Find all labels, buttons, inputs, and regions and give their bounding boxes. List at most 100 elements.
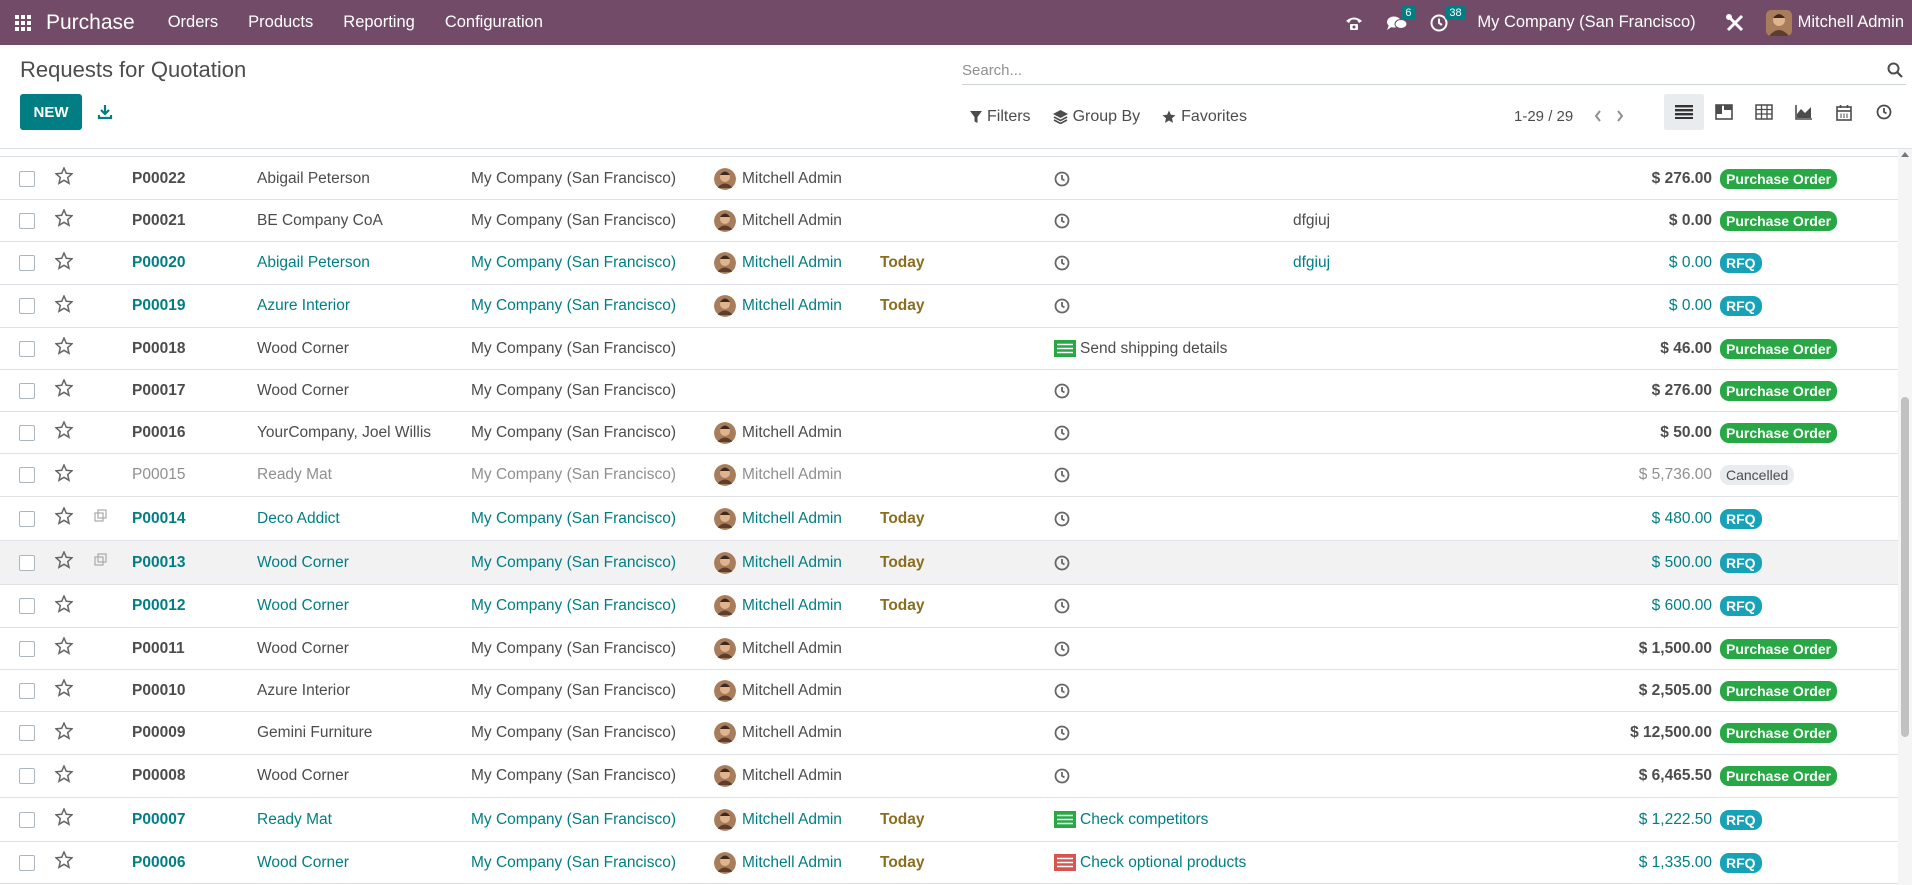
activity-cell[interactable]: [1054, 242, 1070, 284]
priority-star-button[interactable]: [54, 720, 74, 745]
pager-next-button[interactable]: [1609, 105, 1631, 127]
activity-view-button[interactable]: [1864, 94, 1904, 130]
activity-cell[interactable]: Check optional products: [1054, 842, 1246, 883]
activity-cell[interactable]: [1054, 712, 1070, 754]
company-switcher[interactable]: My Company (San Francisco): [1459, 13, 1713, 32]
activity-cell[interactable]: [1054, 755, 1070, 797]
row-checkbox[interactable]: [19, 768, 35, 784]
activity-cell[interactable]: [1054, 497, 1070, 540]
row-checkbox[interactable]: [19, 682, 35, 699]
filters-dropdown[interactable]: Filters: [970, 108, 1031, 126]
row-checkbox[interactable]: [19, 640, 35, 657]
activity-cell[interactable]: [1054, 585, 1070, 627]
row-checkbox[interactable]: [19, 340, 35, 357]
activity-cell[interactable]: [1054, 541, 1070, 584]
copy-button[interactable]: [94, 509, 108, 528]
priority-star-button[interactable]: [54, 807, 74, 831]
table-row[interactable]: P00017 Wood Corner My Company (San Francis…: [0, 370, 1898, 412]
search-button[interactable]: [1884, 59, 1906, 81]
row-checkbox[interactable]: [19, 854, 35, 871]
row-checkbox[interactable]: [19, 725, 35, 741]
table-row[interactable]: P00015 Ready Mat My Company (San Francisco…: [0, 454, 1898, 497]
priority-star-button[interactable]: [54, 378, 74, 402]
activity-cell[interactable]: [1054, 670, 1070, 711]
kanban-view-button[interactable]: [1704, 94, 1744, 130]
priority-star-button[interactable]: [54, 208, 74, 232]
scroll-up-button[interactable]: [1898, 149, 1912, 159]
table-row-partial[interactable]: [0, 149, 1898, 157]
table-row[interactable]: P00014 Deco Addict My Company (San Francis…: [0, 497, 1898, 541]
table-row[interactable]: P00008 Wood Corner My Company (San Francis…: [0, 755, 1898, 798]
scrollbar-thumb[interactable]: [1901, 397, 1909, 737]
priority-star-button[interactable]: [54, 763, 74, 788]
activities-button[interactable]: 38: [1419, 0, 1466, 45]
menu-orders[interactable]: Orders: [153, 13, 233, 32]
search-input[interactable]: [962, 55, 1862, 85]
priority-star-button[interactable]: [54, 420, 74, 444]
table-row[interactable]: P00016 YourCompany, Joel Willis My Company…: [0, 412, 1898, 454]
priority-star-button[interactable]: [54, 166, 74, 190]
row-checkbox[interactable]: [19, 170, 35, 187]
calendar-view-button[interactable]: [1824, 94, 1864, 130]
activity-cell[interactable]: Send shipping details: [1054, 328, 1227, 369]
groupby-dropdown[interactable]: Group By: [1052, 108, 1140, 126]
voip-phone-button[interactable]: [1333, 0, 1375, 45]
activity-cell[interactable]: Check competitors: [1054, 798, 1208, 841]
table-row[interactable]: P00021 BE Company CoA My Company (San Fran…: [0, 200, 1898, 242]
table-row[interactable]: P00010 Azure Interior My Company (San Fran…: [0, 670, 1898, 712]
row-checkbox[interactable]: [19, 467, 35, 483]
table-row[interactable]: P00019 Azure Interior My Company (San Fran…: [0, 285, 1898, 328]
messages-button[interactable]: 6: [1375, 0, 1419, 45]
table-row[interactable]: P00022 Abigail Peterson My Company (San Fr…: [0, 158, 1898, 200]
table-row[interactable]: P00011 Wood Corner My Company (San Francis…: [0, 628, 1898, 670]
table-row[interactable]: P00020 Abigail Peterson My Company (San Fr…: [0, 242, 1898, 285]
new-button[interactable]: NEW: [20, 94, 82, 130]
priority-star-button[interactable]: [54, 593, 74, 618]
list-view-button[interactable]: [1664, 94, 1704, 130]
debug-tools-button[interactable]: [1714, 0, 1756, 45]
pivot-view-button[interactable]: [1744, 94, 1784, 130]
app-brand[interactable]: Purchase: [46, 11, 135, 35]
row-checkbox[interactable]: [19, 598, 35, 614]
priority-star-button[interactable]: [54, 506, 74, 530]
row-checkbox[interactable]: [19, 212, 35, 229]
row-checkbox[interactable]: [19, 811, 35, 828]
row-checkbox[interactable]: [19, 255, 35, 271]
pager-value[interactable]: 1-29 / 29: [1514, 108, 1573, 125]
user-menu[interactable]: Mitchell Admin: [1756, 9, 1912, 36]
pager-previous-button[interactable]: [1587, 105, 1609, 127]
priority-star-button[interactable]: [54, 850, 74, 874]
row-checkbox[interactable]: [19, 382, 35, 399]
priority-star-button[interactable]: [54, 336, 74, 360]
priority-star-button[interactable]: [54, 678, 74, 702]
menu-configuration[interactable]: Configuration: [430, 13, 558, 32]
table-row[interactable]: P00007 Ready Mat My Company (San Francisco…: [0, 798, 1898, 842]
table-row[interactable]: P00012 Wood Corner My Company (San Francis…: [0, 585, 1898, 628]
table-row[interactable]: P00006 Wood Corner My Company (San Francis…: [0, 842, 1898, 884]
priority-star-button[interactable]: [54, 293, 74, 318]
row-checkbox[interactable]: [19, 554, 35, 571]
activity-cell[interactable]: [1054, 158, 1070, 199]
activity-cell[interactable]: [1054, 285, 1070, 327]
copy-button[interactable]: [94, 553, 108, 572]
menu-reporting[interactable]: Reporting: [328, 13, 430, 32]
priority-star-button[interactable]: [54, 636, 74, 660]
list-scrollbar[interactable]: [1898, 149, 1912, 885]
activity-cell[interactable]: [1054, 454, 1070, 496]
row-checkbox[interactable]: [19, 510, 35, 527]
apps-menu-button[interactable]: [0, 0, 46, 45]
row-checkbox[interactable]: [19, 424, 35, 441]
activity-cell[interactable]: [1054, 370, 1070, 411]
table-row[interactable]: P00009 Gemini Furniture My Company (San Fr…: [0, 712, 1898, 755]
graph-view-button[interactable]: [1784, 94, 1824, 130]
priority-star-button[interactable]: [54, 550, 74, 574]
row-checkbox[interactable]: [19, 298, 35, 314]
table-row[interactable]: P00013 Wood Corner My Company (San Francis…: [0, 541, 1898, 585]
favorites-dropdown[interactable]: Favorites: [1162, 108, 1247, 126]
activity-cell[interactable]: [1054, 200, 1070, 241]
priority-star-button[interactable]: [54, 462, 74, 487]
table-row[interactable]: P00018 Wood Corner My Company (San Francis…: [0, 328, 1898, 370]
activity-cell[interactable]: [1054, 412, 1070, 453]
menu-products[interactable]: Products: [233, 13, 328, 32]
export-button[interactable]: [90, 97, 120, 127]
